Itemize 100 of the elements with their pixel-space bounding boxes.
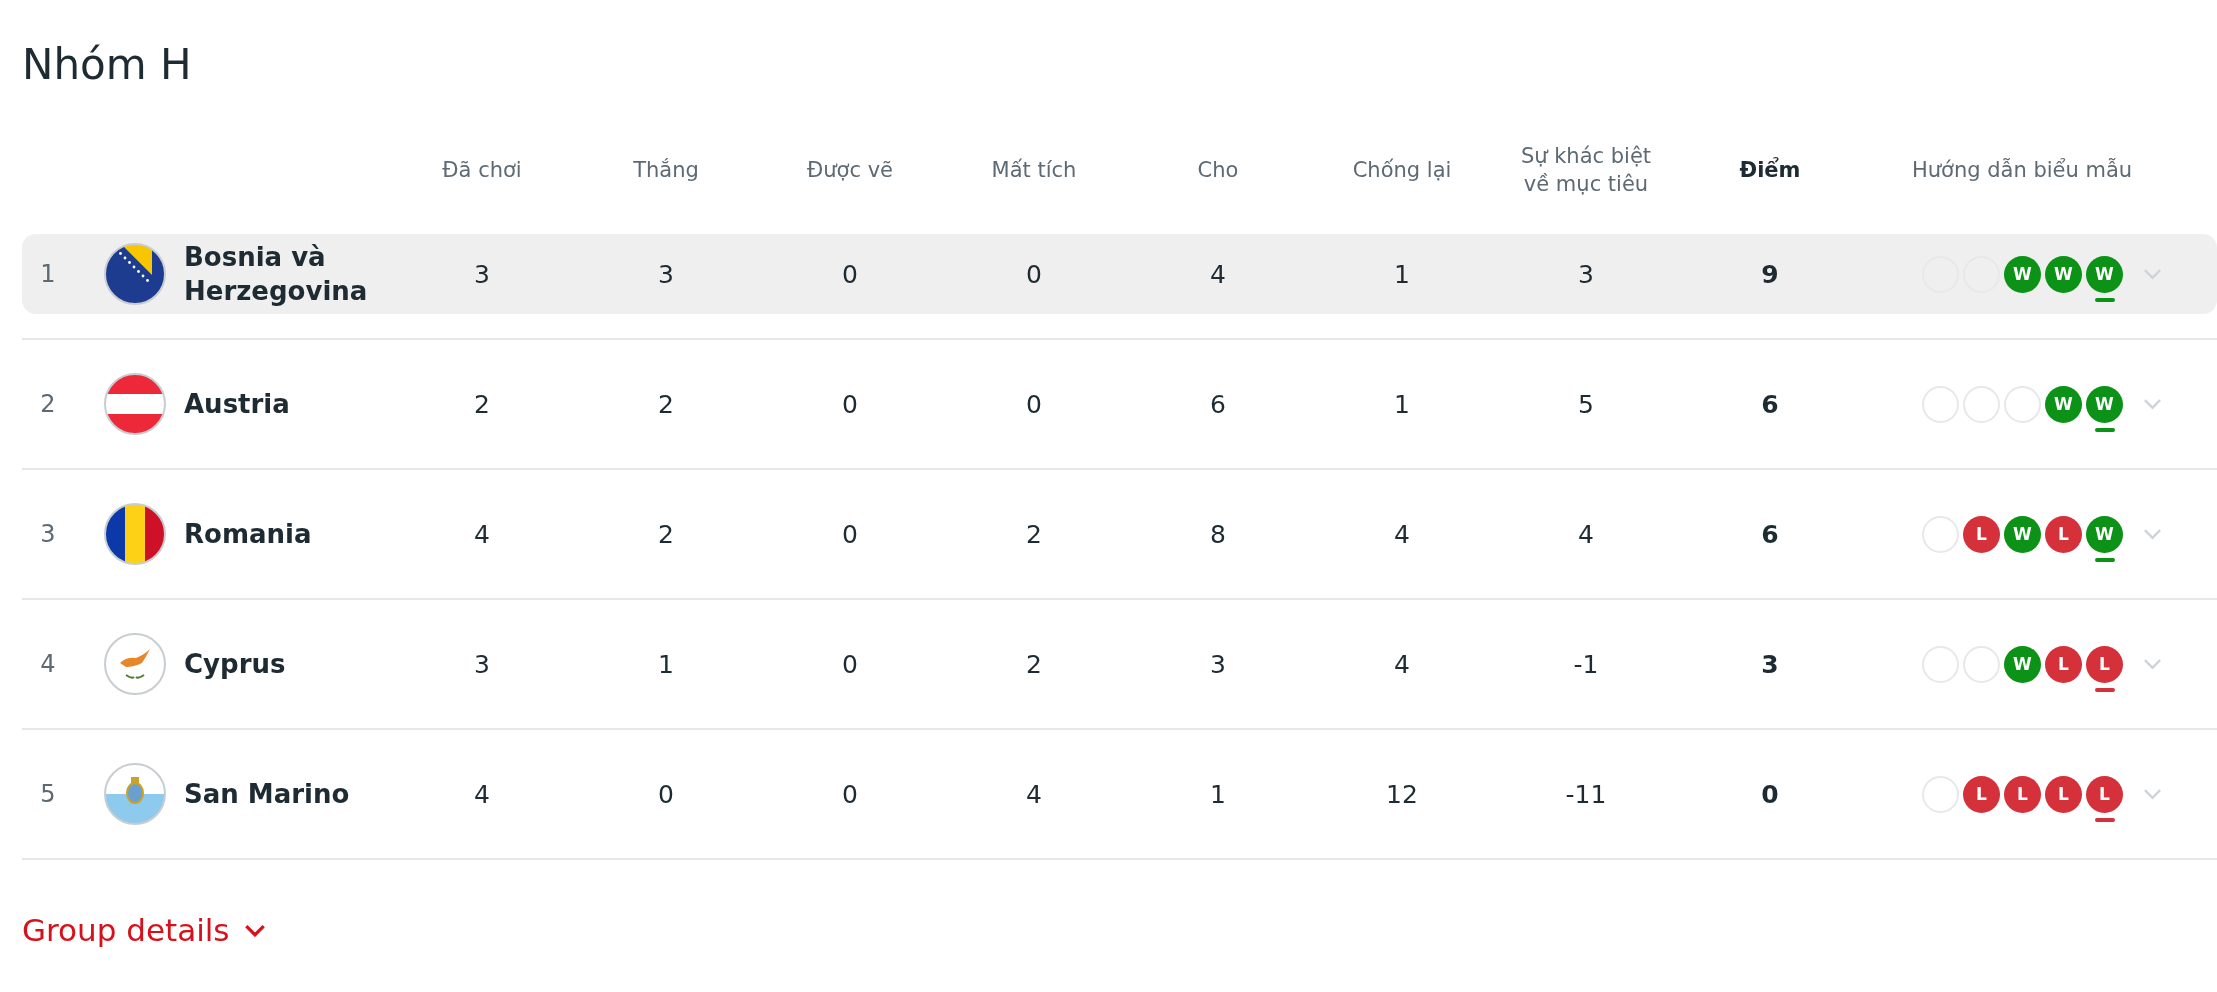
stat-cell-text: 12 (1385, 779, 1419, 809)
group-details-link[interactable]: Group details (22, 912, 266, 948)
stat-cell-text: 4 (1393, 519, 1411, 549)
result-badge: L (1963, 775, 2000, 813)
points-cell-text: 6 (1760, 519, 1780, 549)
stat-cell-text: 2 (657, 519, 675, 549)
stat-cell-text: 0 (1025, 259, 1043, 289)
stat-cell-text: 0 (1025, 389, 1043, 419)
standings-row[interactable]: 2 Austria 2 2 0 0 6 1 5 6 W W (22, 364, 2217, 444)
stat-cell-text: 2 (1025, 649, 1043, 679)
latest-result-underline (2095, 687, 2115, 692)
standings-row[interactable]: 4 Cyprus 3 1 0 2 3 4 -1 3 W L L (22, 624, 2217, 704)
stat-cell-text: 0 (841, 779, 859, 809)
stat-cell-text: 3 (1209, 649, 1227, 679)
column-header: Được vẽ (807, 158, 893, 182)
chevron-down-icon[interactable] (2143, 788, 2162, 800)
column-header: Hướng dẫn biểu mẫu (1912, 158, 2133, 182)
rank-number: 1 (39, 260, 57, 288)
stat-cell-text: 1 (1393, 389, 1411, 419)
stat-cell-text: 4 (1209, 259, 1227, 289)
points-cell-text: 3 (1760, 649, 1780, 679)
stat-cell-text: 1 (657, 649, 675, 679)
flag-icon (104, 503, 166, 565)
team-name: Romania (183, 518, 313, 551)
empty-result-circle (1963, 385, 2000, 423)
result-badge: L (2045, 645, 2082, 683)
stat-cell-text: 8 (1209, 519, 1227, 549)
latest-result-underline (2095, 557, 2115, 562)
stat-cell-text: 2 (1025, 519, 1043, 549)
empty-result-circle (1922, 515, 1959, 553)
points-cell-text: 9 (1760, 259, 1780, 289)
team-name: Austria (183, 388, 291, 421)
points-cell-text: 0 (1760, 779, 1780, 809)
latest-result-underline (2095, 427, 2115, 432)
result-badge: L (2004, 775, 2041, 813)
stat-cell-text: 3 (657, 259, 675, 289)
stat-cell-text: 3 (473, 259, 491, 289)
chevron-down-icon[interactable] (2143, 658, 2162, 670)
group-title: Nhóm H (22, 40, 193, 91)
points-cell-text: 6 (1760, 389, 1780, 419)
result-badge: L (2045, 775, 2082, 813)
empty-result-circle (1963, 645, 2000, 683)
stat-cell-text: 4 (1577, 519, 1595, 549)
chevron-down-icon (243, 923, 266, 937)
result-badge: W (2045, 385, 2082, 423)
stat-cell-text: 0 (841, 259, 859, 289)
empty-result-circle (1922, 645, 1959, 683)
rank-number: 5 (39, 780, 57, 808)
team-name: Bosnia và Herzegovina (183, 241, 369, 308)
column-header: Sự khác biệt về mục tiêu (1520, 144, 1652, 196)
result-badge: W (2004, 645, 2041, 683)
stat-cell-text: 0 (657, 779, 675, 809)
stat-cell-text: -11 (1564, 779, 1608, 809)
standings-row[interactable]: 3 Romania 4 2 0 2 8 4 4 6 L W L W (22, 494, 2217, 574)
column-header: Thắng (633, 158, 699, 182)
stat-cell-text: 4 (1393, 649, 1411, 679)
result-badge: W (2045, 255, 2082, 293)
rank-number: 2 (39, 390, 57, 418)
flag-icon (104, 633, 166, 695)
rank-number: 4 (39, 650, 57, 678)
stat-cell-text: -1 (1572, 649, 1600, 679)
rank-number: 3 (39, 520, 57, 548)
standings-row[interactable]: 1 Bosnia và Herzegovina 3 3 0 0 4 1 3 9 W W W (22, 234, 2217, 314)
column-header: Điểm (1739, 158, 1801, 182)
stat-cell-text: 0 (841, 389, 859, 419)
result-badge: W (2086, 385, 2123, 423)
result-badge: W (2086, 255, 2123, 293)
stat-cell-text: 1 (1209, 779, 1227, 809)
stat-cell-text: 0 (841, 519, 859, 549)
stat-cell-text: 4 (473, 779, 491, 809)
result-badge: W (2004, 515, 2041, 553)
empty-result-circle (1922, 385, 1959, 423)
latest-result-underline (2095, 297, 2115, 302)
stat-cell-text: 6 (1209, 389, 1227, 419)
stat-cell-text: 3 (473, 649, 491, 679)
result-badge: W (2086, 515, 2123, 553)
empty-result-circle (1922, 775, 1959, 813)
team-name: Cyprus (183, 648, 287, 681)
result-badge: L (2045, 515, 2082, 553)
column-header: Đã chơi (442, 158, 522, 182)
stat-cell-text: 4 (473, 519, 491, 549)
chevron-down-icon[interactable] (2143, 398, 2162, 410)
result-badge: L (2086, 645, 2123, 683)
standings-row[interactable]: 5 San Marino 4 0 0 4 1 12 -11 0 L L L L (22, 754, 2217, 834)
team-name: San Marino (183, 778, 351, 811)
column-header: Cho (1197, 158, 1239, 182)
chevron-down-icon[interactable] (2143, 528, 2162, 540)
stat-cell-text: 3 (1577, 259, 1595, 289)
result-badge: W (2004, 255, 2041, 293)
stat-cell-text: 1 (1393, 259, 1411, 289)
stat-cell-text: 2 (473, 389, 491, 419)
chevron-down-icon[interactable] (2143, 268, 2162, 280)
flag-icon (104, 763, 166, 825)
column-header: Chống lại (1352, 158, 1452, 182)
result-badge: L (1963, 515, 2000, 553)
empty-result-circle (2004, 385, 2041, 423)
latest-result-underline (2095, 817, 2115, 822)
result-badge: L (2086, 775, 2123, 813)
stat-cell-text: 5 (1577, 389, 1595, 419)
stat-cell-text: 0 (841, 649, 859, 679)
